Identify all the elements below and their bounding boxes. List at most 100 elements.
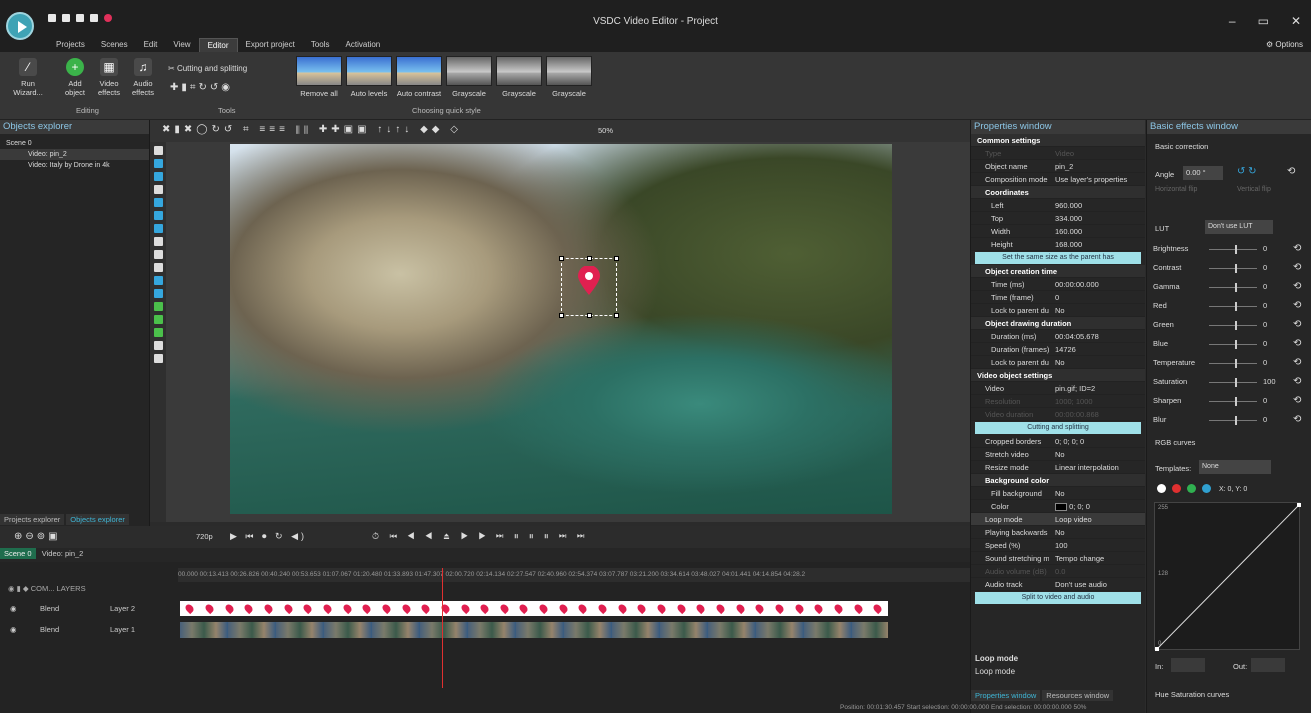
- prop-audio-track[interactable]: Audio track Don't use audio: [971, 578, 1145, 591]
- list-tool-icon[interactable]: [153, 250, 163, 259]
- slider-track[interactable]: [1209, 306, 1257, 307]
- minimize-icon[interactable]: –: [1229, 14, 1236, 28]
- tree-item-video-pin[interactable]: Video: pin_2: [0, 149, 149, 160]
- blend-mode[interactable]: Blend: [40, 625, 59, 634]
- slider-track[interactable]: [1209, 382, 1257, 383]
- prop-speed[interactable]: Speed (%) 100: [971, 539, 1145, 552]
- prop-time-frame[interactable]: Time (frame) 0: [971, 291, 1145, 304]
- same-size-button[interactable]: Set the same size as the parent has: [975, 252, 1141, 264]
- basic-correction-header[interactable]: Basic correction: [1155, 142, 1208, 151]
- shape-tool-icon[interactable]: [153, 263, 163, 272]
- navigation-controls[interactable]: ⏱ ⏮ ◀ ◀ ⏏ ▶ ▶ ⏭ ⏸ ⏸ ⏸ ⏭ ⏭: [372, 531, 589, 542]
- tools-icons[interactable]: ✚▮⌗↻↺◉: [170, 82, 233, 93]
- quick-style-auto-levels[interactable]: Auto levels: [346, 56, 392, 98]
- rgb-curve-editor[interactable]: 255 128 0: [1154, 502, 1301, 651]
- polygon-tool-icon[interactable]: [153, 224, 163, 233]
- slider-row-brightness[interactable]: Brightness 0 ⟲: [1153, 243, 1308, 256]
- slider-track[interactable]: [1209, 363, 1257, 364]
- slider-row-red[interactable]: Red 0 ⟲: [1153, 300, 1308, 313]
- reset-icon[interactable]: ⟲: [1293, 395, 1301, 406]
- eye-icon[interactable]: ◉: [10, 604, 17, 613]
- resize-handle[interactable]: [614, 256, 619, 261]
- slider-knob[interactable]: [1235, 359, 1237, 368]
- templates-select[interactable]: None: [1199, 460, 1271, 474]
- editor-tool-icons[interactable]: ✖▮✖◯↻↺ ⌗ ≡≡≡ ⫴⫴ ✚✚▣▣ ↑↓↑↓ ◆◆ ◇: [162, 124, 462, 135]
- slider-knob[interactable]: [1235, 416, 1237, 425]
- prop-resize-mode[interactable]: Resize mode Linear interpolation: [971, 461, 1145, 474]
- resize-handle[interactable]: [587, 256, 592, 261]
- hue-saturation-header[interactable]: Hue Saturation curves: [1155, 690, 1229, 699]
- resize-handle[interactable]: [587, 313, 592, 318]
- section-video-settings[interactable]: Video object settings: [971, 369, 1145, 382]
- reset-icon[interactable]: ⟲: [1293, 414, 1301, 425]
- ellipse-tool-icon[interactable]: [153, 211, 163, 220]
- tab-objects-explorer[interactable]: Objects explorer: [66, 514, 129, 525]
- tab-properties[interactable]: Properties window: [971, 690, 1041, 701]
- menu-projects[interactable]: Projects: [48, 38, 93, 53]
- slider-row-saturation[interactable]: Saturation 100 ⟲: [1153, 376, 1308, 389]
- move-tool-icon[interactable]: [153, 354, 163, 363]
- slider-knob[interactable]: [1235, 245, 1237, 254]
- prop-lock-parent-1[interactable]: Lock to parent du No: [971, 304, 1145, 317]
- channel-red[interactable]: [1172, 484, 1181, 493]
- quick-style-auto-contrast[interactable]: Auto contrast: [396, 56, 442, 98]
- tab-video-pin[interactable]: Video: pin_2: [38, 548, 88, 559]
- resolution-select[interactable]: 720p: [196, 532, 213, 541]
- reset-icon[interactable]: ⟲: [1293, 376, 1301, 387]
- video-track-clip[interactable]: [180, 622, 888, 638]
- prop-playing-backwards[interactable]: Playing backwards No: [971, 526, 1145, 539]
- slider-row-gamma[interactable]: Gamma 0 ⟲: [1153, 281, 1308, 294]
- reset-icon[interactable]: ⟲: [1293, 319, 1301, 330]
- prop-height[interactable]: Height 168.000: [971, 238, 1145, 251]
- prop-width[interactable]: Width 160.000: [971, 225, 1145, 238]
- run-wizard-button[interactable]: ⁄ Run Wizard...: [10, 58, 46, 97]
- prop-composition[interactable]: Composition mode Use layer's properties: [971, 173, 1145, 186]
- vertical-flip-checkbox[interactable]: Vertical flip: [1237, 186, 1271, 193]
- prop-lock-parent-2[interactable]: Lock to parent du No: [971, 356, 1145, 369]
- slider-row-green[interactable]: Green 0 ⟲: [1153, 319, 1308, 332]
- add-object-button[interactable]: + Add object: [58, 58, 92, 97]
- section-coordinates[interactable]: Coordinates: [971, 186, 1145, 199]
- prop-sound-stretching[interactable]: Sound stretching m Tempo change: [971, 552, 1145, 565]
- menu-scenes[interactable]: Scenes: [93, 38, 136, 53]
- slider-track[interactable]: [1209, 420, 1257, 421]
- pin-track-clip[interactable]: [180, 601, 888, 616]
- cutting-splitting-button[interactable]: ✂ Cutting and splitting: [168, 64, 247, 73]
- slider-row-temperature[interactable]: Temperature 0 ⟲: [1153, 357, 1308, 370]
- tab-resources[interactable]: Resources window: [1042, 690, 1114, 701]
- quick-style-grayscale-2[interactable]: Grayscale: [496, 56, 542, 98]
- split-audio-button[interactable]: Split to video and audio: [975, 592, 1141, 604]
- zoom-level[interactable]: 50%: [598, 126, 613, 135]
- channel-blue[interactable]: [1202, 484, 1211, 493]
- animation-tool-icon[interactable]: [153, 289, 163, 298]
- zoom-controls[interactable]: ⊕⊖⊚▣: [14, 531, 61, 542]
- resize-handle[interactable]: [614, 313, 619, 318]
- in-input[interactable]: [1171, 658, 1205, 672]
- slider-track[interactable]: [1209, 344, 1257, 345]
- slider-track[interactable]: [1209, 249, 1257, 250]
- cutting-splitting-prop-button[interactable]: Cutting and splitting: [975, 422, 1141, 434]
- slider-knob[interactable]: [1235, 283, 1237, 292]
- reset-icon[interactable]: ⟲: [1287, 166, 1295, 177]
- reset-icon[interactable]: ⟲: [1293, 243, 1301, 254]
- slider-track[interactable]: [1209, 287, 1257, 288]
- menu-edit[interactable]: Edit: [136, 38, 166, 53]
- slider-knob[interactable]: [1235, 264, 1237, 273]
- menu-export-project[interactable]: Export project: [238, 38, 303, 53]
- horizontal-flip-checkbox[interactable]: Horizontal flip: [1155, 186, 1197, 193]
- eye-icon[interactable]: ◉ ▮ ◆: [8, 584, 31, 593]
- video-preview[interactable]: [230, 144, 892, 514]
- prop-fill-background[interactable]: Fill background No: [971, 487, 1145, 500]
- quick-style-grayscale-1[interactable]: Grayscale: [446, 56, 492, 98]
- reset-icon[interactable]: ⟲: [1293, 281, 1301, 292]
- audio-tool-icon[interactable]: [153, 328, 163, 337]
- blend-mode[interactable]: Blend: [40, 604, 59, 613]
- prop-color[interactable]: Color 0; 0; 0: [971, 500, 1145, 513]
- reset-icon[interactable]: ⟲: [1293, 338, 1301, 349]
- slider-track[interactable]: [1209, 268, 1257, 269]
- timeline-ruler[interactable]: 00.000 00:13.413 00:26.826 00:40.240 00:…: [178, 568, 970, 582]
- resize-handle[interactable]: [559, 313, 564, 318]
- slider-knob[interactable]: [1235, 378, 1237, 387]
- prop-left[interactable]: Left 960.000: [971, 199, 1145, 212]
- align-tool-icon[interactable]: [153, 341, 163, 350]
